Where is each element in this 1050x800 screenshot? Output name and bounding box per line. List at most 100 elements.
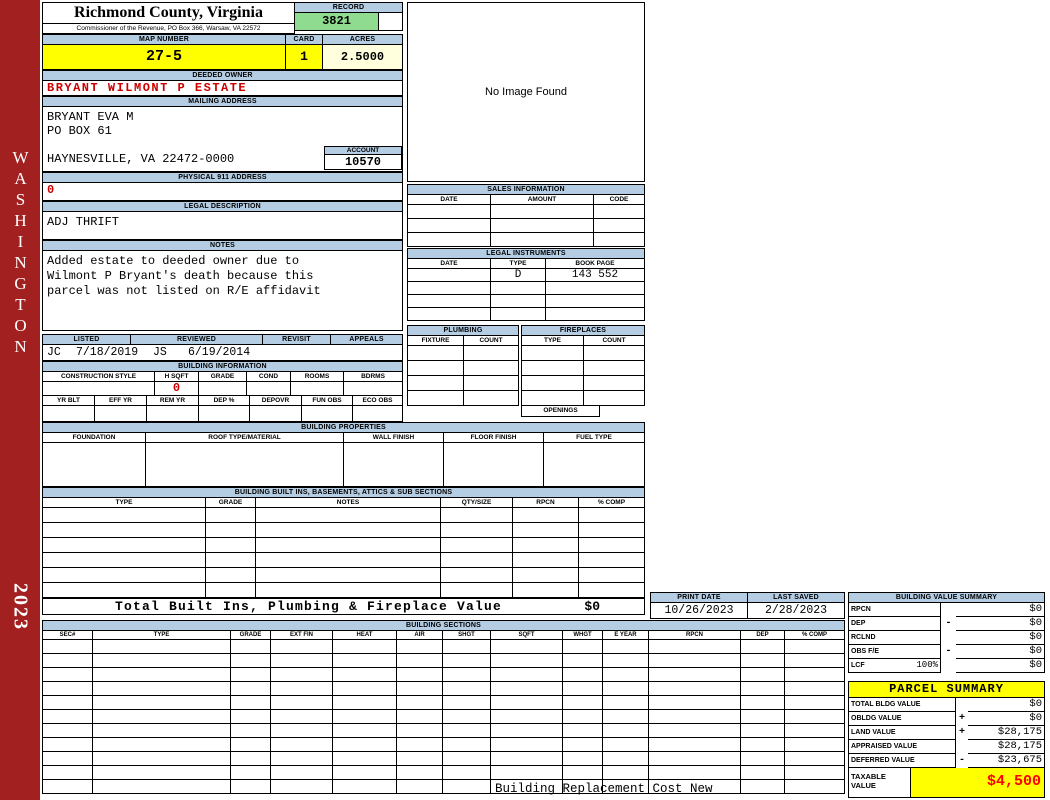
empty-cell — [741, 682, 785, 696]
plumbing-empty-row — [408, 346, 519, 361]
notes-line-2: Wilmont P Bryant's death because this — [47, 269, 314, 283]
record-label: RECORD — [295, 3, 403, 13]
plumbing-empty-row — [408, 376, 519, 391]
empty-cell — [408, 391, 464, 406]
print-date-label: PRINT DATE — [651, 593, 748, 603]
sales-col-amount: AMOUNT — [491, 195, 594, 205]
empty-cell — [43, 654, 93, 668]
empty-cell — [256, 508, 441, 523]
bvs-name-cell: RPCN — [849, 603, 941, 617]
rem-yr-value — [147, 406, 199, 422]
empty-cell — [443, 780, 491, 794]
li-col-date: DATE — [408, 259, 491, 269]
empty-cell — [271, 640, 333, 654]
empty-cell — [43, 553, 206, 568]
bs-col-air: AIR — [397, 631, 443, 640]
empty-cell — [603, 710, 649, 724]
bs-col-heat: HEAT — [333, 631, 397, 640]
empty-cell — [785, 640, 845, 654]
legal-instruments-label: LEGAL INSTRUMENTS — [408, 249, 645, 259]
empty-cell — [785, 654, 845, 668]
empty-cell — [231, 738, 271, 752]
building-sections-empty-row — [43, 640, 845, 654]
reviewed-label: REVIEWED — [131, 335, 263, 345]
building-sections-empty-row — [43, 780, 845, 794]
col-bdrms: BDRMS — [344, 372, 403, 382]
built-ins-section: BUILDING BUILT INS, BASEMENTS, ATTICS & … — [42, 487, 645, 598]
bs-col-extfin: EXT FIN — [271, 631, 333, 640]
eco-obs-value — [353, 406, 403, 422]
mailing-line-2: PO BOX 61 — [47, 124, 112, 138]
empty-cell — [443, 640, 491, 654]
empty-cell — [443, 682, 491, 696]
bvs-row-name: LCF — [851, 662, 865, 669]
empty-cell — [397, 640, 443, 654]
mailing-address-label: MAILING ADDRESS — [43, 97, 403, 107]
empty-cell — [785, 668, 845, 682]
sales-empty-row — [408, 219, 645, 233]
empty-cell — [584, 391, 645, 406]
empty-cell — [584, 361, 645, 376]
card-label: CARD — [286, 35, 323, 45]
built-ins-empty-row — [43, 553, 645, 568]
grade-value — [199, 382, 247, 396]
taxable-value-label: TAXABLE VALUE — [849, 768, 911, 798]
fireplaces-col-type: TYPE — [522, 336, 584, 346]
bvs-row-op — [941, 603, 956, 617]
empty-cell — [43, 710, 93, 724]
empty-cell — [43, 738, 93, 752]
col-eff-yr: EFF YR — [95, 396, 147, 406]
legal-description-value: ADJ THRIFT — [43, 212, 403, 240]
col-wall-finish: WALL FINISH — [344, 433, 444, 443]
print-date-value: 10/26/2023 — [651, 603, 748, 619]
empty-cell — [93, 780, 231, 794]
empty-cell — [464, 391, 519, 406]
empty-cell — [491, 668, 563, 682]
empty-cell — [741, 780, 785, 794]
empty-cell — [93, 710, 231, 724]
col-depovr: DEPOVR — [250, 396, 302, 406]
ps-row-deferred: DEFERRED VALUE - $23,675 — [849, 754, 1045, 768]
property-photo-box: No Image Found — [407, 2, 645, 182]
empty-cell — [603, 640, 649, 654]
plumbing-empty-row — [408, 391, 519, 406]
ps-row-value: $23,675 — [968, 754, 1045, 768]
empty-cell — [441, 568, 513, 583]
built-ins-empty-row — [43, 583, 645, 598]
review-values-row: JC 7/18/2019 JS 6/19/2014 — [43, 345, 403, 361]
empty-cell — [408, 346, 464, 361]
last-saved-label: LAST SAVED — [748, 593, 845, 603]
col-foundation: FOUNDATION — [43, 433, 146, 443]
empty-cell — [579, 538, 645, 553]
empty-cell — [603, 654, 649, 668]
ps-row-value: $0 — [968, 712, 1045, 726]
empty-cell — [397, 710, 443, 724]
empty-cell — [584, 376, 645, 391]
empty-cell — [649, 654, 741, 668]
empty-cell — [333, 682, 397, 696]
empty-cell — [464, 376, 519, 391]
empty-cell — [441, 523, 513, 538]
record-extra-cell — [379, 13, 403, 31]
empty-cell — [231, 780, 271, 794]
empty-cell — [464, 346, 519, 361]
col-eco-obs: ECO OBS — [353, 396, 403, 406]
empty-cell — [443, 752, 491, 766]
li-type-value: D — [491, 269, 546, 282]
empty-cell — [408, 361, 464, 376]
legal-description-label: LEGAL DESCRIPTION — [43, 202, 403, 212]
county-header-box: Richmond County, Virginia Commissioner o… — [42, 2, 295, 34]
building-sections-empty-row — [43, 654, 845, 668]
ps-row-op: - — [958, 755, 965, 766]
empty-cell — [513, 568, 579, 583]
report-title: Building Replacement Cost New — [495, 782, 713, 796]
empty-cell — [594, 205, 645, 219]
empty-cell — [333, 766, 397, 780]
empty-cell — [231, 696, 271, 710]
building-sections-empty-row — [43, 710, 845, 724]
building-sections-empty-row — [43, 738, 845, 752]
bvs-row-op — [941, 631, 956, 645]
col-roof: ROOF TYPE/MATERIAL — [146, 433, 344, 443]
ps-row-taxable: TAXABLE VALUE $4,500 — [849, 768, 1045, 798]
empty-cell — [603, 766, 649, 780]
